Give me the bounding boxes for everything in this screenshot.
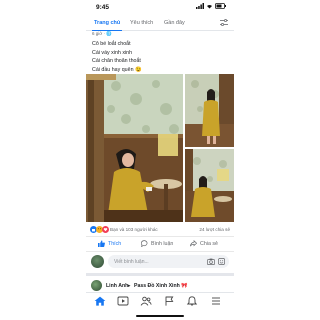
post-photos bbox=[86, 74, 234, 222]
caption-line: Cô bé loắt choắt bbox=[92, 41, 131, 47]
comment-placeholder: Viết bình luận... bbox=[114, 259, 149, 265]
reactions-bar[interactable]: Bạn và 103 người khác 24 lượt chia sẻ bbox=[90, 226, 230, 234]
comment-button[interactable]: Bình luận bbox=[141, 240, 173, 247]
nav-watch[interactable] bbox=[117, 296, 131, 308]
thumbs-up-icon bbox=[98, 240, 105, 247]
comment-label: Bình luận bbox=[151, 240, 174, 247]
camera-icon[interactable] bbox=[207, 258, 215, 265]
comment-row: Viết bình luận... bbox=[86, 251, 234, 271]
share-button[interactable]: Chia sẻ bbox=[190, 240, 218, 247]
video-icon bbox=[117, 296, 129, 306]
photo-top-right[interactable] bbox=[185, 74, 234, 147]
wifi-icon bbox=[207, 4, 212, 9]
globe-icon: · 🌐 bbox=[103, 31, 112, 36]
like-button[interactable]: Thích bbox=[98, 240, 121, 247]
next-post-group[interactable]: Pass Đồ Xinh Xinh 🎀 bbox=[134, 283, 188, 289]
caption-line: Cái chân thoăn thoắt bbox=[92, 58, 141, 65]
next-post-author[interactable]: Linh Anh bbox=[106, 283, 128, 289]
emoji-icon[interactable] bbox=[218, 258, 225, 265]
feed-tabs: Trang chủ Yêu thích Gần đây bbox=[86, 16, 234, 31]
nav-pages[interactable] bbox=[163, 296, 177, 308]
post-caption: Cô bé loắt choắt Cái váy xinh xinh Cái c… bbox=[92, 40, 142, 74]
comment-icon bbox=[141, 240, 148, 247]
signal-icon bbox=[196, 3, 204, 9]
nav-home[interactable] bbox=[94, 296, 108, 308]
next-post-header: Linh Anh ▸ Pass Đồ Xinh Xinh 🎀 bbox=[86, 278, 234, 292]
post-header: 6 giờ · 🌐 bbox=[92, 31, 112, 37]
share-icon bbox=[190, 240, 197, 247]
status-icons bbox=[196, 3, 226, 9]
home-indicator bbox=[136, 315, 184, 317]
share-label: Chia sẻ bbox=[200, 240, 218, 247]
flag-icon bbox=[165, 296, 174, 306]
battery-icon bbox=[215, 3, 226, 9]
home-icon bbox=[94, 296, 106, 306]
reaction-icons bbox=[90, 226, 109, 233]
photo-main[interactable] bbox=[86, 74, 183, 222]
bell-icon bbox=[186, 296, 198, 306]
tab-favorites[interactable]: Yêu thích bbox=[130, 20, 153, 26]
post-actions: Thích Bình luận Chia sẻ bbox=[86, 236, 234, 252]
nav-friends[interactable] bbox=[140, 296, 154, 308]
menu-icon bbox=[212, 297, 220, 305]
reactions-count: Bạn và 103 người khác bbox=[110, 227, 158, 232]
shares-count[interactable]: 24 lượt chia sẻ bbox=[199, 227, 230, 232]
nav-menu[interactable] bbox=[210, 296, 224, 308]
photo-bottom-right[interactable] bbox=[185, 149, 234, 222]
bottom-nav bbox=[86, 292, 234, 309]
tab-home[interactable]: Trang chủ bbox=[94, 20, 120, 26]
avatar[interactable] bbox=[91, 255, 104, 268]
comment-input[interactable]: Viết bình luận... bbox=[108, 255, 229, 268]
caption-line: Cái váy xinh xinh bbox=[92, 49, 133, 56]
status-time: 9:45 bbox=[96, 4, 110, 11]
post-divider bbox=[86, 273, 234, 276]
status-bar: 9:45 bbox=[86, 0, 234, 14]
nav-notifications[interactable] bbox=[186, 296, 200, 308]
caret-right-icon: ▸ bbox=[128, 283, 131, 289]
love-reaction-icon bbox=[102, 226, 109, 233]
filter-icon[interactable] bbox=[220, 19, 228, 26]
people-icon bbox=[140, 296, 152, 306]
avatar[interactable] bbox=[91, 280, 102, 291]
comment-box-icons bbox=[207, 258, 225, 265]
tab-recent[interactable]: Gần đây bbox=[164, 20, 185, 26]
post-time: 6 giờ bbox=[92, 31, 103, 36]
like-label: Thích bbox=[108, 240, 122, 247]
phone-screen: 9:45 Trang chủ Yêu thích Gần đây 6 giờ ·… bbox=[86, 0, 234, 320]
